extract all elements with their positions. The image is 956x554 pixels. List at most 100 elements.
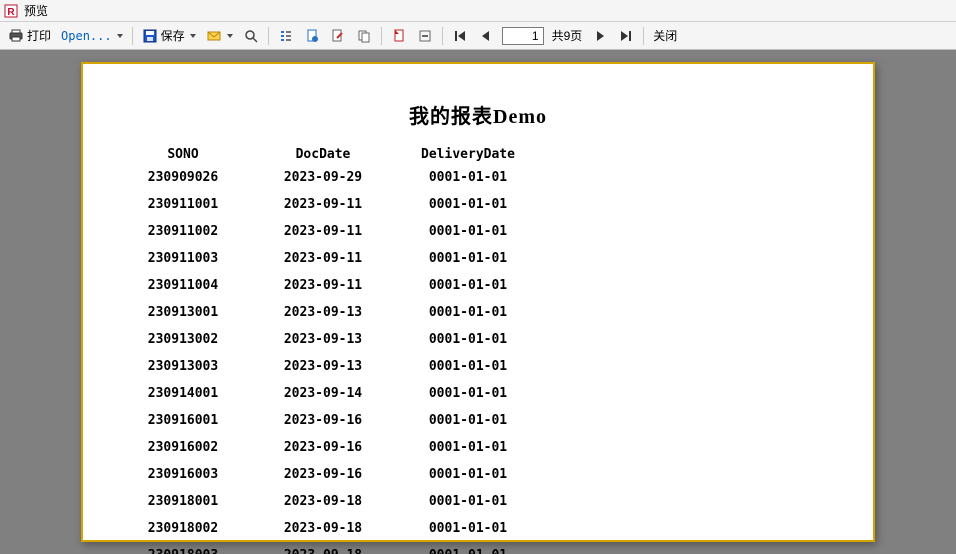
- close-label: 关闭: [653, 30, 677, 42]
- search-button[interactable]: [239, 26, 263, 46]
- cell-sono: 230913002: [113, 332, 253, 347]
- separator: [381, 27, 382, 45]
- page-number-input[interactable]: [502, 27, 544, 45]
- cell-sono: 230918002: [113, 521, 253, 536]
- first-icon: [452, 28, 468, 44]
- separator: [643, 27, 644, 45]
- cell-docdate: 2023-09-18: [253, 521, 393, 536]
- cell-docdate: 2023-09-16: [253, 467, 393, 482]
- printer-icon: [8, 28, 24, 44]
- copy-page-button[interactable]: [352, 26, 376, 46]
- next-icon: [592, 28, 608, 44]
- col-docdate: DocDate: [253, 147, 393, 162]
- cell-sono: 230911003: [113, 251, 253, 266]
- mail-button[interactable]: [202, 26, 237, 46]
- cell-delivery: 0001-01-01: [393, 386, 543, 401]
- svg-text:R: R: [7, 7, 15, 18]
- cell-sono: 230911004: [113, 278, 253, 293]
- table-row: 2309180012023-09-180001-01-01: [113, 494, 843, 509]
- cell-docdate: 2023-09-29: [253, 170, 393, 185]
- cell-docdate: 2023-09-18: [253, 494, 393, 509]
- col-delivery: DeliveryDate: [393, 147, 543, 162]
- outline-button[interactable]: [274, 26, 298, 46]
- cell-docdate: 2023-09-11: [253, 197, 393, 212]
- page-minus-icon: [417, 28, 433, 44]
- report-table: SONO DocDate DeliveryDate 2309090262023-…: [113, 147, 843, 554]
- search-icon: [243, 28, 259, 44]
- save-button[interactable]: 保存: [138, 26, 200, 46]
- cell-docdate: 2023-09-18: [253, 548, 393, 554]
- cell-sono: 230911001: [113, 197, 253, 212]
- cell-docdate: 2023-09-16: [253, 413, 393, 428]
- table-row: 2309160022023-09-160001-01-01: [113, 440, 843, 455]
- toolbar: 打印 Open... 保存: [0, 22, 956, 50]
- table-row: 2309160012023-09-160001-01-01: [113, 413, 843, 428]
- cell-docdate: 2023-09-14: [253, 386, 393, 401]
- remove-page-button[interactable]: [413, 26, 437, 46]
- chevron-down-icon: [227, 34, 233, 38]
- cell-sono: 230916001: [113, 413, 253, 428]
- cell-sono: 230916003: [113, 467, 253, 482]
- cell-sono: 230914001: [113, 386, 253, 401]
- cell-delivery: 0001-01-01: [393, 440, 543, 455]
- prev-page-button[interactable]: [474, 26, 498, 46]
- table-row: 2309110022023-09-110001-01-01: [113, 224, 843, 239]
- table-row: 2309130022023-09-130001-01-01: [113, 332, 843, 347]
- save-label: 保存: [161, 30, 185, 42]
- print-label: 打印: [27, 30, 51, 42]
- outline-icon: [278, 28, 294, 44]
- cell-docdate: 2023-09-11: [253, 224, 393, 239]
- open-button[interactable]: Open...: [57, 28, 127, 44]
- table-row: 2309180032023-09-180001-01-01: [113, 548, 843, 554]
- cell-delivery: 0001-01-01: [393, 548, 543, 554]
- chevron-down-icon: [117, 34, 123, 38]
- cell-docdate: 2023-09-16: [253, 440, 393, 455]
- cell-delivery: 0001-01-01: [393, 197, 543, 212]
- chevron-down-icon: [190, 34, 196, 38]
- table-row: 2309110042023-09-110001-01-01: [113, 278, 843, 293]
- cell-sono: 230918003: [113, 548, 253, 554]
- floppy-icon: [142, 28, 158, 44]
- next-page-button[interactable]: [588, 26, 612, 46]
- copy-icon: [356, 28, 372, 44]
- report-title: 我的报表Demo: [113, 100, 843, 129]
- prev-icon: [478, 28, 494, 44]
- page-icon: [391, 28, 407, 44]
- page-gear-icon: [304, 28, 320, 44]
- cell-delivery: 0001-01-01: [393, 170, 543, 185]
- table-row: 2309110012023-09-110001-01-01: [113, 197, 843, 212]
- cell-sono: 230913003: [113, 359, 253, 374]
- last-page-button[interactable]: [614, 26, 638, 46]
- cell-sono: 230916002: [113, 440, 253, 455]
- close-button[interactable]: 关闭: [649, 28, 681, 44]
- table-row: 2309180022023-09-180001-01-01: [113, 521, 843, 536]
- separator: [442, 27, 443, 45]
- report-page: 我的报表Demo SONO DocDate DeliveryDate 23090…: [81, 62, 875, 542]
- cell-delivery: 0001-01-01: [393, 332, 543, 347]
- open-label: Open...: [61, 30, 112, 42]
- table-row: 2309130032023-09-130001-01-01: [113, 359, 843, 374]
- separator: [132, 27, 133, 45]
- mail-icon: [206, 28, 222, 44]
- page-setup-button[interactable]: [300, 26, 324, 46]
- print-button[interactable]: 打印: [4, 26, 55, 46]
- separator: [268, 27, 269, 45]
- cell-sono: 230909026: [113, 170, 253, 185]
- edit-page-button[interactable]: [326, 26, 350, 46]
- cell-delivery: 0001-01-01: [393, 251, 543, 266]
- cell-docdate: 2023-09-13: [253, 305, 393, 320]
- preview-workspace[interactable]: 我的报表Demo SONO DocDate DeliveryDate 23090…: [0, 50, 956, 554]
- cell-docdate: 2023-09-13: [253, 359, 393, 374]
- cell-docdate: 2023-09-11: [253, 278, 393, 293]
- cell-docdate: 2023-09-11: [253, 251, 393, 266]
- cell-delivery: 0001-01-01: [393, 467, 543, 482]
- app-icon: R: [4, 4, 18, 18]
- cell-delivery: 0001-01-01: [393, 278, 543, 293]
- table-header: SONO DocDate DeliveryDate: [113, 147, 843, 162]
- cell-sono: 230913001: [113, 305, 253, 320]
- cell-delivery: 0001-01-01: [393, 359, 543, 374]
- cell-docdate: 2023-09-13: [253, 332, 393, 347]
- titlebar: R 预览: [0, 0, 956, 22]
- new-page-button[interactable]: [387, 26, 411, 46]
- first-page-button[interactable]: [448, 26, 472, 46]
